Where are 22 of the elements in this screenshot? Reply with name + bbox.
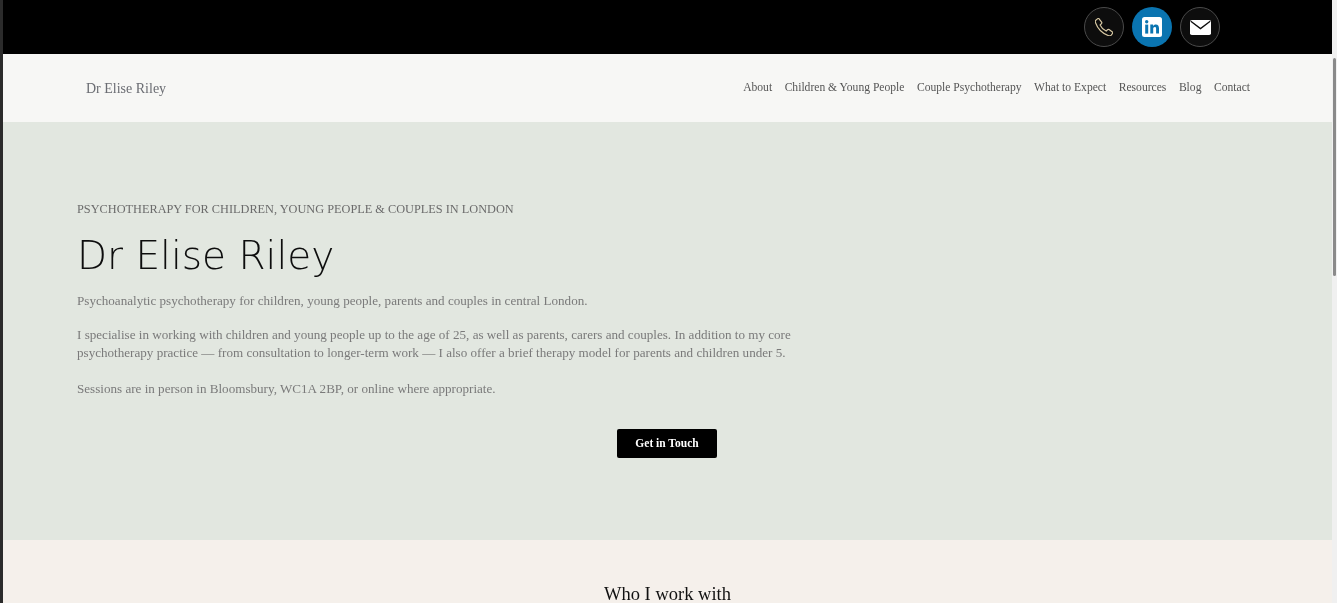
- intro-text: Sessions are in person in Bloomsbury, WC1A 2BP, or online where appropriate.: [77, 380, 497, 398]
- envelope-icon: [1189, 19, 1211, 35]
- hero-heading: Dr Elise Riley: [77, 232, 336, 280]
- intro-text: I specialise in working with children and young people up to the age of 25, as well as parents, carers and couples. In addition to my core psychotherapy practice — from consultation to longer-term work — I also offer a brief therapy model for parents and children under 5.: [77, 326, 792, 362]
- nav-link[interactable]: Blog: [1178, 79, 1202, 97]
- nav-link[interactable]: About: [743, 79, 773, 97]
- nav-link[interactable]: Couple Psychotherapy: [916, 79, 1022, 97]
- phone-button[interactable]: [1084, 7, 1124, 47]
- section-heading: Who I work with: [604, 583, 731, 603]
- phone-icon: [1095, 18, 1113, 36]
- nav-link[interactable]: What to Expect: [1034, 79, 1107, 97]
- linkedin-icon: [1142, 17, 1162, 37]
- email-button[interactable]: [1180, 7, 1220, 47]
- site-title[interactable]: Dr Elise Riley: [86, 77, 167, 99]
- nav-link[interactable]: Resources: [1118, 79, 1167, 97]
- nav-link[interactable]: Contact: [1213, 79, 1250, 97]
- scrollbar-thumb[interactable]: [1333, 58, 1336, 276]
- linkedin-button[interactable]: [1132, 7, 1172, 47]
- get-in-touch-button[interactable]: Get in Touch: [617, 429, 717, 458]
- hero-eyebrow: PSYCHOTHERAPY FOR CHILDREN, YOUNG PEOPLE & COUPLES IN LONDON: [77, 201, 515, 218]
- intro-text: Psychoanalytic psychotherapy for children, young people, parents and couples in central London.: [77, 292, 589, 310]
- nav-link[interactable]: Children & Young People: [784, 79, 905, 97]
